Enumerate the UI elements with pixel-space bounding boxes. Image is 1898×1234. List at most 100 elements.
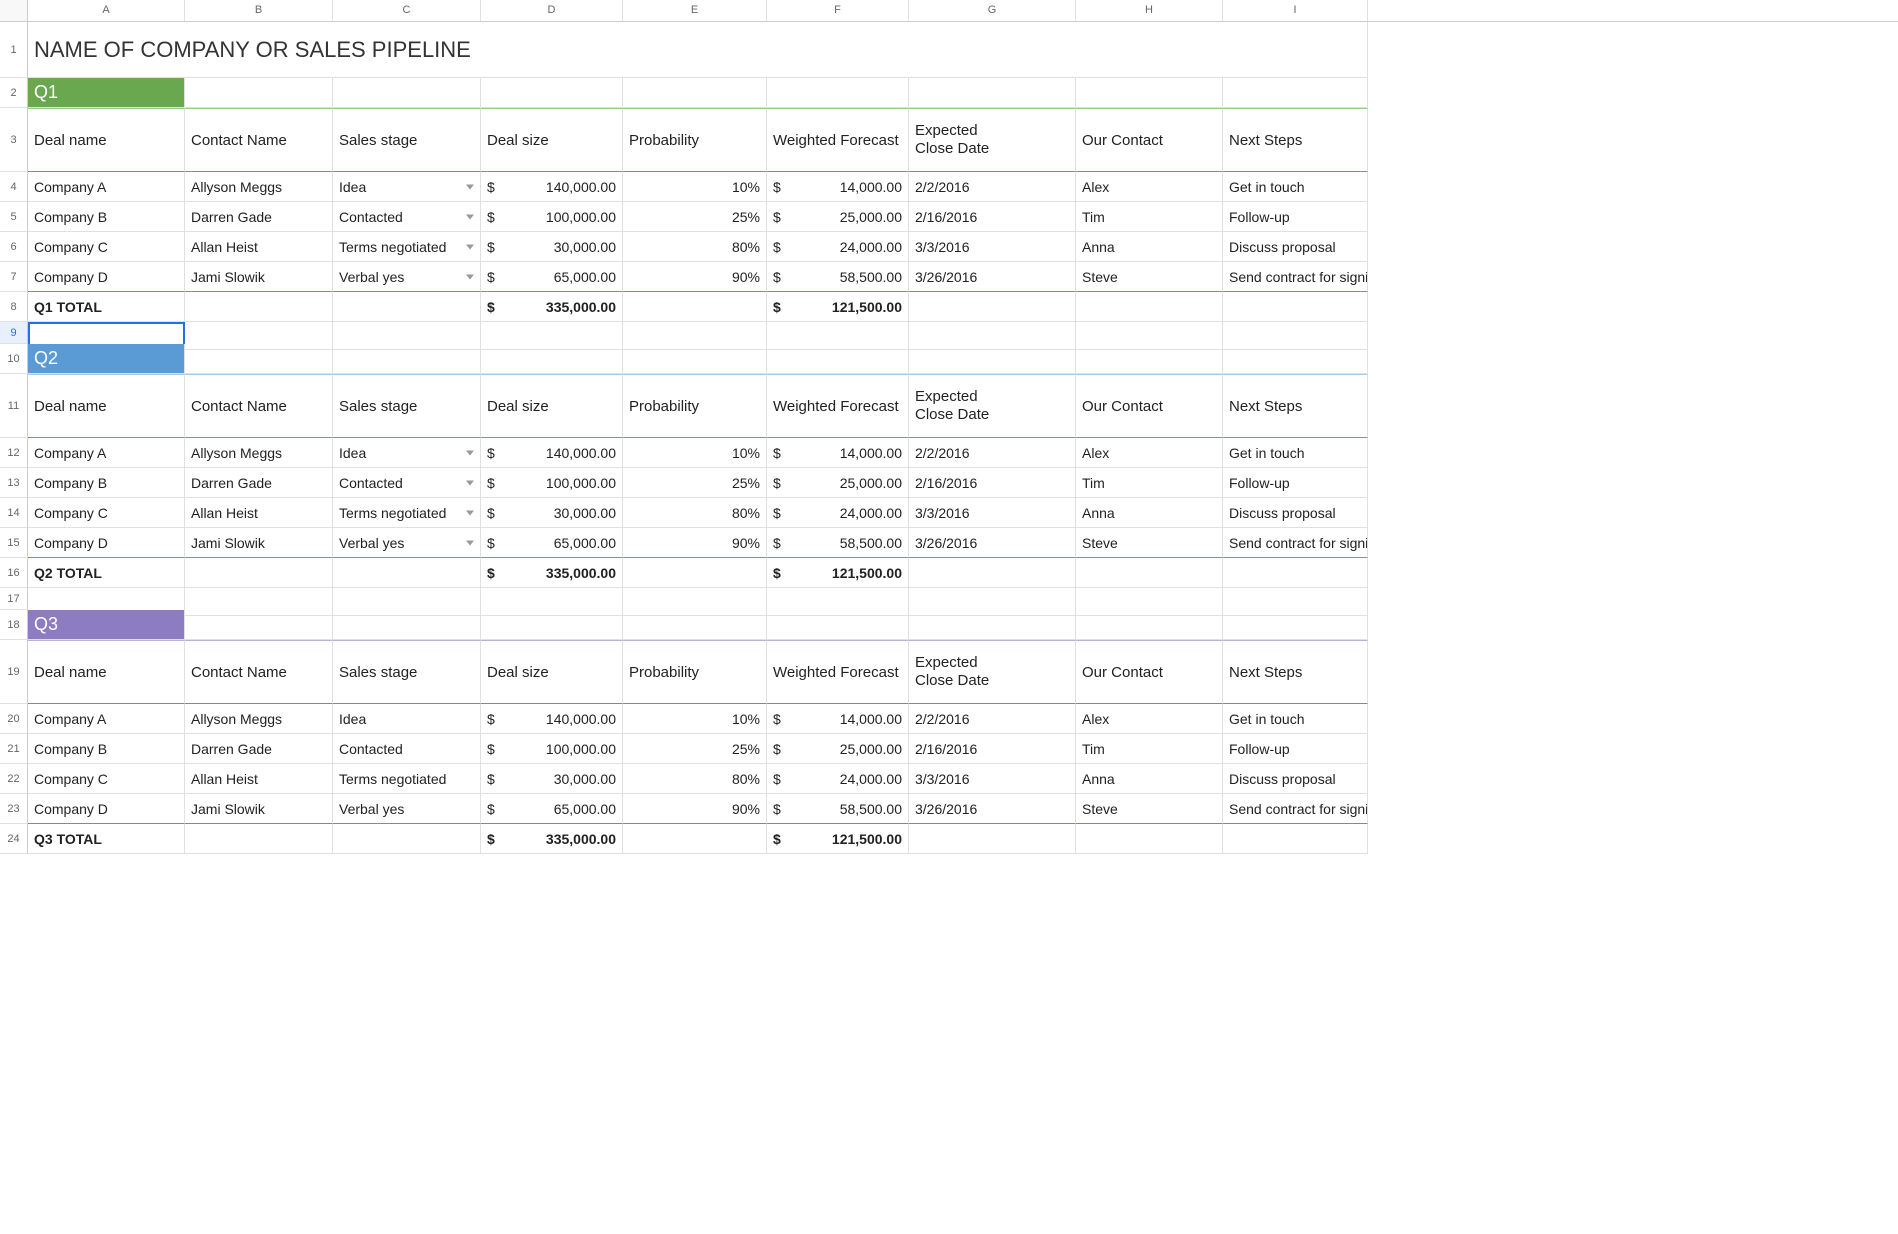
empty-cell[interactable]: [1223, 292, 1368, 322]
row-header-3[interactable]: 3: [0, 108, 28, 172]
row-header-8[interactable]: 8: [0, 292, 28, 322]
quarter-total-label[interactable]: Q3 TOTAL: [28, 824, 185, 854]
empty-cell[interactable]: [333, 824, 481, 854]
money-cell[interactable]: $58,500.00: [767, 262, 909, 292]
money-cell[interactable]: $100,000.00: [481, 202, 623, 232]
our-contact-cell[interactable]: Alex: [1076, 438, 1223, 468]
row-header-6[interactable]: 6: [0, 232, 28, 262]
sales-stage-dropdown[interactable]: Contacted: [333, 468, 481, 498]
sales-stage-dropdown[interactable]: Idea: [333, 704, 481, 734]
money-cell[interactable]: $30,000.00: [481, 764, 623, 794]
column-header-q1-7[interactable]: Our Contact: [1076, 108, 1223, 172]
column-header-q2-8[interactable]: Next Steps: [1223, 374, 1368, 438]
column-header-q1-8[interactable]: Next Steps: [1223, 108, 1368, 172]
probability-cell[interactable]: 10%: [623, 172, 767, 202]
row-header-14[interactable]: 14: [0, 498, 28, 528]
probability-cell[interactable]: 80%: [623, 764, 767, 794]
column-header-q2-3[interactable]: Deal size: [481, 374, 623, 438]
money-cell[interactable]: $25,000.00: [767, 202, 909, 232]
money-cell[interactable]: $335,000.00: [481, 292, 623, 322]
probability-cell[interactable]: 25%: [623, 468, 767, 498]
empty-cell[interactable]: [623, 344, 767, 374]
close-date-cell[interactable]: 2/16/2016: [909, 202, 1076, 232]
empty-cell[interactable]: [623, 558, 767, 588]
sales-stage-dropdown[interactable]: Verbal yes: [333, 262, 481, 292]
sales-stage-dropdown[interactable]: Verbal yes: [333, 528, 481, 558]
contact-name-cell[interactable]: Allan Heist: [185, 764, 333, 794]
quarter-total-label[interactable]: Q1 TOTAL: [28, 292, 185, 322]
next-steps-cell[interactable]: Get in touch: [1223, 704, 1368, 734]
row-header-22[interactable]: 22: [0, 764, 28, 794]
empty-cell[interactable]: [1223, 610, 1368, 640]
empty-cell[interactable]: [185, 292, 333, 322]
contact-name-cell[interactable]: Darren Gade: [185, 734, 333, 764]
col-header-I[interactable]: I: [1223, 0, 1368, 21]
empty-cell[interactable]: [333, 78, 481, 108]
empty-cell[interactable]: [767, 78, 909, 108]
contact-name-cell[interactable]: Jami Slowik: [185, 794, 333, 824]
column-header-q3-4[interactable]: Probability: [623, 640, 767, 704]
money-cell[interactable]: $58,500.00: [767, 794, 909, 824]
money-cell[interactable]: $25,000.00: [767, 734, 909, 764]
close-date-cell[interactable]: 3/3/2016: [909, 764, 1076, 794]
empty-cell[interactable]: [481, 610, 623, 640]
next-steps-cell[interactable]: Follow-up: [1223, 202, 1368, 232]
column-header-q3-7[interactable]: Our Contact: [1076, 640, 1223, 704]
next-steps-cell[interactable]: Get in touch: [1223, 438, 1368, 468]
probability-cell[interactable]: 90%: [623, 794, 767, 824]
spreadsheet-grid[interactable]: A B C D E F G H I 1NAME OF COMPANY OR SA…: [0, 0, 1898, 854]
column-header-q1-1[interactable]: Contact Name: [185, 108, 333, 172]
empty-cell[interactable]: [333, 558, 481, 588]
close-date-cell[interactable]: 3/3/2016: [909, 498, 1076, 528]
row-header-19[interactable]: 19: [0, 640, 28, 704]
money-cell[interactable]: $65,000.00: [481, 262, 623, 292]
contact-name-cell[interactable]: Jami Slowik: [185, 262, 333, 292]
money-cell[interactable]: $140,000.00: [481, 438, 623, 468]
our-contact-cell[interactable]: Steve: [1076, 528, 1223, 558]
money-cell[interactable]: $121,500.00: [767, 824, 909, 854]
col-header-F[interactable]: F: [767, 0, 909, 21]
column-header-q3-2[interactable]: Sales stage: [333, 640, 481, 704]
empty-cell[interactable]: [1076, 610, 1223, 640]
column-header-q2-4[interactable]: Probability: [623, 374, 767, 438]
row-header-24[interactable]: 24: [0, 824, 28, 854]
col-header-D[interactable]: D: [481, 0, 623, 21]
column-header-q1-6[interactable]: Expected Close Date: [909, 108, 1076, 172]
deal-name-cell[interactable]: Company C: [28, 232, 185, 262]
empty-cell[interactable]: [185, 344, 333, 374]
column-header-q2-1[interactable]: Contact Name: [185, 374, 333, 438]
column-header-q1-5[interactable]: Weighted Forecast: [767, 108, 909, 172]
deal-name-cell[interactable]: Company A: [28, 172, 185, 202]
sales-stage-dropdown[interactable]: Verbal yes: [333, 794, 481, 824]
sales-stage-dropdown[interactable]: Contacted: [333, 202, 481, 232]
close-date-cell[interactable]: 2/2/2016: [909, 438, 1076, 468]
contact-name-cell[interactable]: Darren Gade: [185, 468, 333, 498]
column-header-q2-5[interactable]: Weighted Forecast: [767, 374, 909, 438]
our-contact-cell[interactable]: Tim: [1076, 202, 1223, 232]
close-date-cell[interactable]: 2/16/2016: [909, 734, 1076, 764]
col-header-E[interactable]: E: [623, 0, 767, 21]
sales-stage-dropdown[interactable]: Terms negotiated: [333, 764, 481, 794]
probability-cell[interactable]: 10%: [623, 704, 767, 734]
row-header-5[interactable]: 5: [0, 202, 28, 232]
row-header-12[interactable]: 12: [0, 438, 28, 468]
empty-cell[interactable]: [1223, 558, 1368, 588]
our-contact-cell[interactable]: Steve: [1076, 794, 1223, 824]
money-cell[interactable]: $140,000.00: [481, 704, 623, 734]
contact-name-cell[interactable]: Allyson Meggs: [185, 438, 333, 468]
our-contact-cell[interactable]: Alex: [1076, 704, 1223, 734]
empty-cell[interactable]: [185, 558, 333, 588]
next-steps-cell[interactable]: Discuss proposal: [1223, 764, 1368, 794]
empty-cell[interactable]: [1076, 78, 1223, 108]
row-header-18[interactable]: 18: [0, 610, 28, 640]
empty-cell[interactable]: [767, 610, 909, 640]
empty-cell[interactable]: [623, 78, 767, 108]
close-date-cell[interactable]: 3/26/2016: [909, 794, 1076, 824]
close-date-cell[interactable]: 2/16/2016: [909, 468, 1076, 498]
deal-name-cell[interactable]: Company B: [28, 202, 185, 232]
empty-cell[interactable]: [1076, 344, 1223, 374]
deal-name-cell[interactable]: Company B: [28, 468, 185, 498]
empty-cell[interactable]: [767, 344, 909, 374]
column-header-q1-3[interactable]: Deal size: [481, 108, 623, 172]
probability-cell[interactable]: 90%: [623, 262, 767, 292]
